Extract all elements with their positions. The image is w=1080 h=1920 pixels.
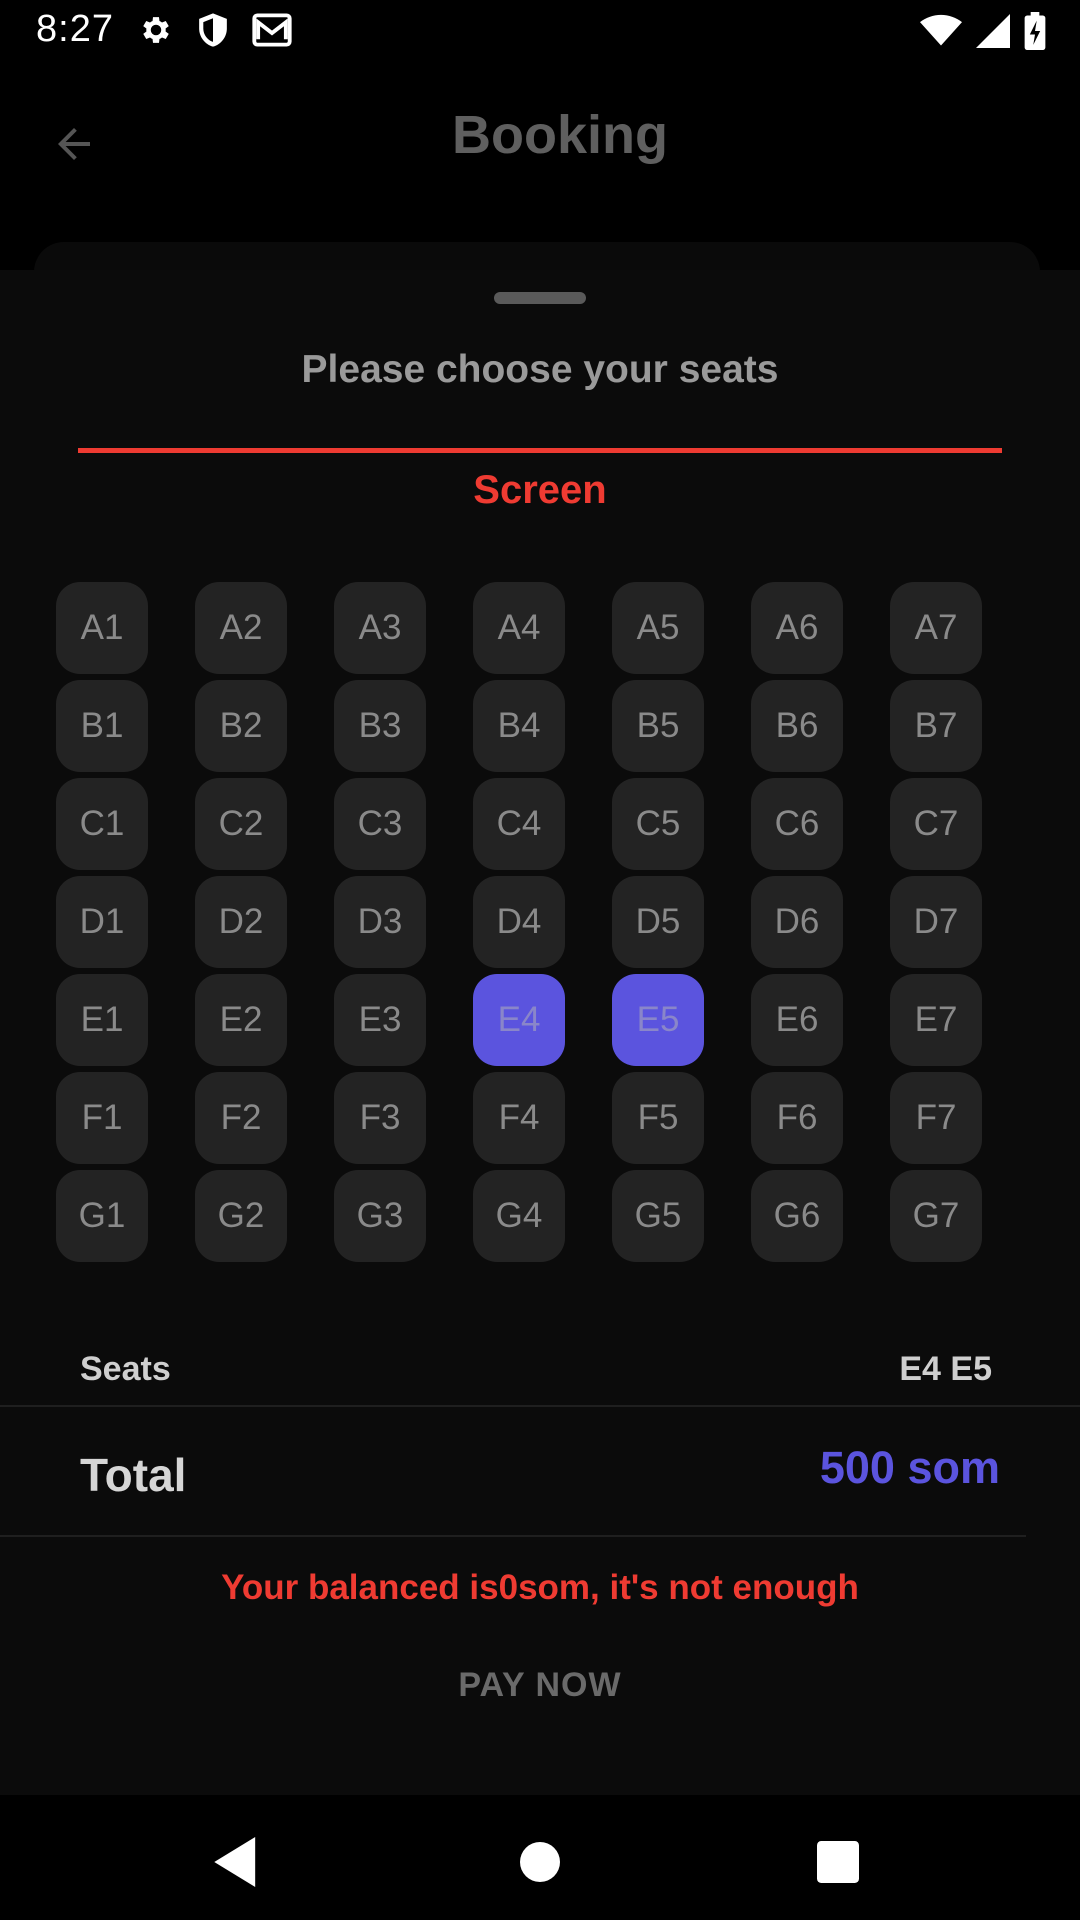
seat-c4[interactable]: C4 [473,778,565,870]
seat-d3[interactable]: D3 [334,876,426,968]
nav-recents-icon [817,1841,859,1883]
seat-a5[interactable]: A5 [612,582,704,674]
seat-a1[interactable]: A1 [56,582,148,674]
seat-f2[interactable]: F2 [195,1072,287,1164]
app-bar: Booking [0,62,1080,302]
seat-b1[interactable]: B1 [56,680,148,772]
balance-warning: Your balanced is0som, it's not enough [221,1568,859,1607]
navigation-bar [0,1795,1080,1920]
status-right-icons [920,12,1046,50]
seat-b4[interactable]: B4 [473,680,565,772]
seat-b5[interactable]: B5 [612,680,704,772]
seat-e3[interactable]: E3 [334,974,426,1066]
page-title: Booking [452,105,668,165]
seat-g4[interactable]: G4 [473,1170,565,1262]
wifi-icon [920,14,962,46]
seat-g3[interactable]: G3 [334,1170,426,1262]
seat-a3[interactable]: A3 [334,582,426,674]
seat-selection-sheet: Please choose your seats Screen A1 A2 A3 A4… [0,270,1080,1795]
seat-b3[interactable]: B3 [334,680,426,772]
sheet-title: Please choose your seats [301,348,779,391]
seat-a6[interactable]: A6 [751,582,843,674]
seat-f6[interactable]: F6 [751,1072,843,1164]
seat-g6[interactable]: G6 [751,1170,843,1262]
status-left-icons [138,12,292,48]
seat-c7[interactable]: C7 [890,778,982,870]
pay-now-button[interactable]: PAY NOW [340,1650,740,1720]
seat-g7[interactable]: G7 [890,1170,982,1262]
nav-recents-button[interactable] [803,1827,873,1897]
seat-a4[interactable]: A4 [473,582,565,674]
seat-d5[interactable]: D5 [612,876,704,968]
seat-g1[interactable]: G1 [56,1170,148,1262]
seat-e7[interactable]: E7 [890,974,982,1066]
seat-b2[interactable]: B2 [195,680,287,772]
seat-c6[interactable]: C6 [751,778,843,870]
screen-indicator-line [78,448,1002,453]
battery-charging-icon [1024,12,1046,50]
divider [0,1535,1026,1537]
drag-handle[interactable] [494,292,586,304]
seat-c3[interactable]: C3 [334,778,426,870]
gear-icon [143,17,169,43]
nav-home-button[interactable] [505,1827,575,1897]
shield-icon [199,13,227,47]
seat-f5[interactable]: F5 [612,1072,704,1164]
seat-d2[interactable]: D2 [195,876,287,968]
seat-c2[interactable]: C2 [195,778,287,870]
seat-b6[interactable]: B6 [751,680,843,772]
seat-c1[interactable]: C1 [56,778,148,870]
seat-g5[interactable]: G5 [612,1170,704,1262]
seat-c5[interactable]: C5 [612,778,704,870]
screen-label: Screen [473,468,607,512]
seat-f7[interactable]: F7 [890,1072,982,1164]
seat-b7[interactable]: B7 [890,680,982,772]
seat-f4[interactable]: F4 [473,1072,565,1164]
seat-e6[interactable]: E6 [751,974,843,1066]
divider [0,1405,1080,1407]
seat-d1[interactable]: D1 [56,876,148,968]
nav-back-button[interactable] [202,1827,272,1897]
mail-icon [252,13,292,47]
seat-f1[interactable]: F1 [56,1072,148,1164]
seat-g2[interactable]: G2 [195,1170,287,1262]
seat-e1[interactable]: E1 [56,974,148,1066]
status-bar: 8:27 [0,0,1080,62]
seat-a2[interactable]: A2 [195,582,287,674]
seat-e5[interactable]: E5 [612,974,704,1066]
seat-e4[interactable]: E4 [473,974,565,1066]
seat-e2[interactable]: E2 [195,974,287,1066]
signal-icon [976,14,1010,48]
nav-back-icon [214,1837,256,1887]
seat-d6[interactable]: D6 [751,876,843,968]
seat-d4[interactable]: D4 [473,876,565,968]
seat-d7[interactable]: D7 [890,876,982,968]
nav-home-icon [520,1842,560,1882]
seat-f3[interactable]: F3 [334,1072,426,1164]
selected-seats-value: E4 E5 [899,1350,992,1388]
seat-grid: A1 A2 A3 A4 A5 A6 A7 B1 B2 B3 B4 B5 B6 B7 C1 C2 C3 C4 C5 C6… [56,582,982,1262]
status-time: 8:27 [36,8,114,50]
total-label: Total [80,1449,187,1501]
seat-a7[interactable]: A7 [890,582,982,674]
seats-label: Seats [80,1350,171,1388]
total-value: 500 som [819,1442,1000,1493]
